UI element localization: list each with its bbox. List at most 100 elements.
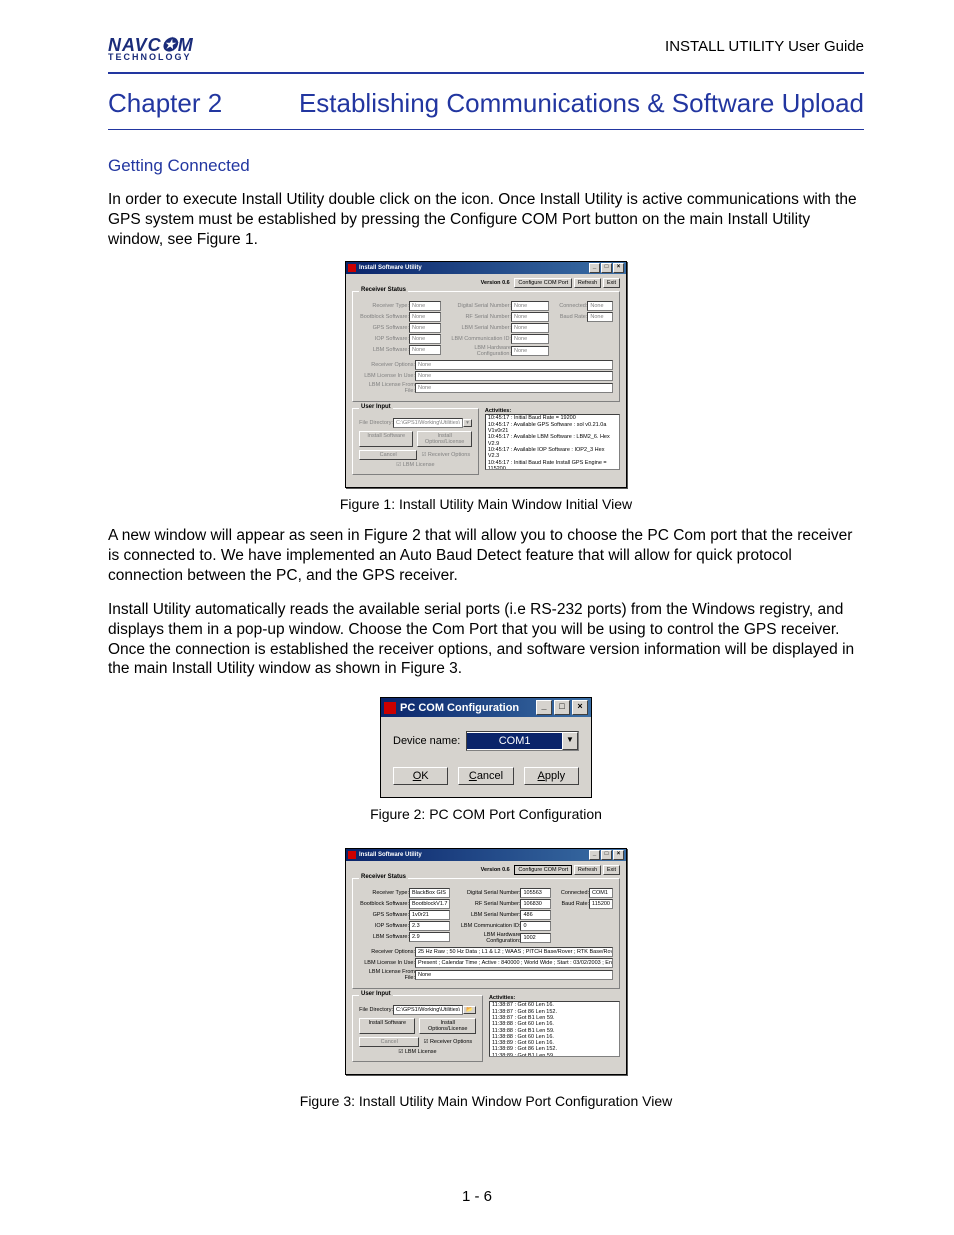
field-label: LBM Communication ID:: [445, 336, 511, 342]
user-input-group: File Directory: C:\GPS1\Working\Utilitie…: [352, 995, 483, 1062]
field-label: RF Serial Number:: [454, 901, 520, 907]
field-value: 1002: [520, 933, 551, 943]
titlebar[interactable]: Install Software Utility _ □ ×: [346, 262, 626, 274]
field-label: LBM Serial Number:: [454, 912, 520, 918]
field-value: None: [511, 323, 549, 333]
chapter-number: Chapter 2: [108, 88, 222, 119]
activities-log[interactable]: 11:38:87 : Got 60 Len 16.11:38:87 : Got …: [489, 1001, 620, 1057]
exit-button[interactable]: Exit: [603, 278, 620, 288]
field-label: LBM License From File:: [359, 969, 415, 981]
minimize-button[interactable]: _: [589, 263, 600, 273]
field-label: LBM Hardware Configuration:: [454, 932, 520, 944]
exit-button[interactable]: Exit: [603, 865, 620, 875]
field-value: 105563: [520, 888, 551, 898]
field-value: BlackBox GIS: [409, 888, 450, 898]
configure-com-port-button[interactable]: Configure COM Port: [514, 278, 572, 288]
field-value: 0: [520, 921, 551, 931]
field-label: Digital Serial Number:: [454, 890, 520, 896]
close-button[interactable]: ×: [613, 263, 624, 273]
field-label: LBM Communication ID:: [454, 923, 520, 929]
install-options-button[interactable]: Install Options/License: [417, 431, 471, 447]
field-label: LBM License From File:: [359, 382, 415, 394]
section-title: Getting Connected: [108, 156, 864, 176]
field-label: Receiver Type:: [359, 890, 409, 896]
apply-button[interactable]: Apply: [524, 767, 579, 785]
field-label: RF Serial Number:: [445, 314, 511, 320]
field-label: Receiver Type:: [359, 303, 409, 309]
lbm-license-checkbox[interactable]: ☑ LBM License: [396, 462, 434, 468]
maximize-button[interactable]: □: [601, 850, 612, 860]
install-software-button[interactable]: Install Software: [359, 1018, 415, 1034]
file-directory-label: File Directory:: [359, 1007, 393, 1013]
pc-com-config-window: PC COM Configuration _ □ × Device name: …: [380, 697, 592, 798]
logo: NAVC✪M TECHNOLOGY: [108, 36, 194, 62]
figure-caption: Figure 2: PC COM Port Configuration: [108, 806, 864, 822]
field-value: 1v0r21: [409, 910, 450, 920]
chevron-down-icon[interactable]: ▼: [562, 732, 578, 750]
field-value: None: [409, 323, 441, 333]
app-icon: [348, 851, 356, 859]
close-button[interactable]: ×: [572, 700, 588, 715]
field-value: None: [409, 334, 441, 344]
field-label: Baud Rate:: [553, 314, 587, 320]
field-value: None: [415, 383, 613, 393]
chapter-title: Establishing Communications & Software U…: [299, 88, 864, 119]
minimize-button[interactable]: _: [589, 850, 600, 860]
titlebar[interactable]: PC COM Configuration _ □ ×: [381, 698, 591, 717]
file-directory-field[interactable]: C:\GPS1\Working\Utilities\: [393, 1005, 463, 1015]
field-label: LBM Serial Number:: [445, 325, 511, 331]
field-label: Baud Rate:: [555, 901, 589, 907]
refresh-button[interactable]: Refresh: [574, 865, 601, 875]
figure-caption: Figure 1: Install Utility Main Window In…: [108, 496, 864, 512]
divider: [108, 129, 864, 130]
divider: [108, 72, 864, 74]
titlebar[interactable]: Install Software Utility _ □ ×: [346, 849, 626, 861]
page-number: 1 - 6: [0, 1188, 954, 1205]
install-utility-window: Install Software Utility _ □ × Version 0…: [345, 261, 627, 488]
install-utility-window-connected: Install Software Utility _ □ × Version 0…: [345, 848, 627, 1075]
field-value: None: [409, 301, 441, 311]
app-icon: [384, 702, 396, 714]
ok-button[interactable]: OK: [393, 767, 448, 785]
cancel-button[interactable]: Cancel: [359, 1037, 419, 1047]
install-options-button[interactable]: Install Options/License: [419, 1018, 475, 1034]
field-value: None: [511, 346, 549, 356]
browse-button[interactable]: 📂: [463, 1006, 476, 1014]
receiver-status-group: Receiver Type:NoneBootblock Software:Non…: [352, 291, 620, 402]
field-value: 2.9: [409, 932, 450, 942]
field-label: Bootblock Software:: [359, 314, 409, 320]
receiver-status-group: Receiver Type:BlackBox GISBootblock Soft…: [352, 878, 620, 989]
field-label: IOP Software:: [359, 336, 409, 342]
browse-button[interactable]: ▾: [463, 419, 472, 427]
field-value: None: [409, 345, 441, 355]
field-label: LBM Software:: [359, 934, 409, 940]
maximize-button[interactable]: □: [554, 700, 570, 715]
field-label: Connected:: [553, 303, 587, 309]
close-button[interactable]: ×: [613, 850, 624, 860]
activities-log[interactable]: 10:45:17 : Initial Baud Rate = 1920010:4…: [485, 414, 620, 470]
install-software-button[interactable]: Install Software: [359, 431, 413, 447]
version-label: Version 0.6: [481, 867, 510, 873]
field-value: None: [415, 970, 613, 980]
window-title: Install Software Utility: [359, 265, 422, 271]
lbm-license-checkbox[interactable]: ☑ LBM License: [398, 1049, 436, 1055]
cancel-button[interactable]: Cancel: [359, 450, 417, 460]
field-label: GPS Software:: [359, 912, 409, 918]
cancel-button[interactable]: Cancel: [458, 767, 513, 785]
receiver-options-checkbox[interactable]: ☑ Receiver Options: [423, 1039, 475, 1045]
minimize-button[interactable]: _: [536, 700, 552, 715]
device-name-select[interactable]: COM1 ▼: [466, 731, 579, 751]
field-label: LBM Hardware Configuration:: [445, 345, 511, 357]
field-value: None: [511, 312, 549, 322]
field-label: Digital Serial Number:: [445, 303, 511, 309]
refresh-button[interactable]: Refresh: [574, 278, 601, 288]
field-label: GPS Software:: [359, 325, 409, 331]
receiver-options-checkbox[interactable]: ☑ Receiver Options: [421, 452, 471, 458]
field-label: Receiver Options:: [359, 362, 415, 368]
logo-line2: TECHNOLOGY: [108, 53, 194, 62]
configure-com-port-button[interactable]: Configure COM Port: [514, 865, 572, 875]
window-title: Install Software Utility: [359, 852, 422, 858]
maximize-button[interactable]: □: [601, 263, 612, 273]
paragraph: In order to execute Install Utility doub…: [108, 190, 864, 249]
file-directory-field[interactable]: C:\GPS1\Working\Utilities\: [393, 418, 463, 428]
